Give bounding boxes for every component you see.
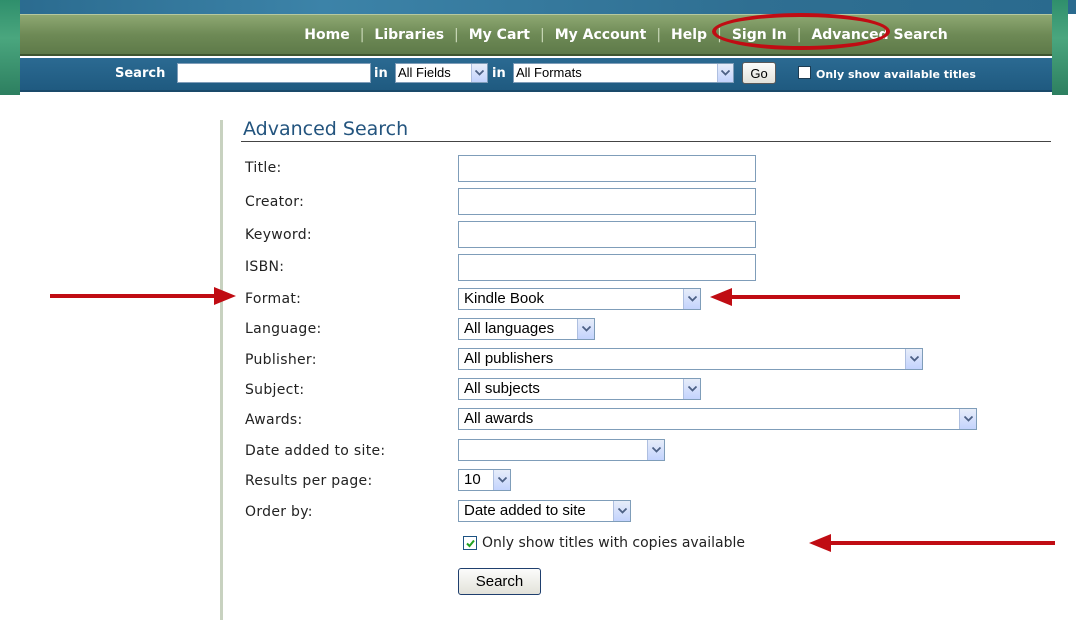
nav-separator: | (454, 26, 459, 43)
search-button[interactable]: Search (458, 568, 541, 595)
order-by-dropdown[interactable]: Date added to site (458, 500, 631, 522)
results-per-page-dropdown[interactable]: 10 (458, 469, 511, 491)
copies-available-label: Only show titles with copies available (482, 535, 746, 551)
order-by-label: Order by: (245, 504, 313, 520)
isbn-input[interactable] (458, 254, 756, 281)
results-per-page-label: Results per page: (245, 473, 373, 489)
order-by-value: Date added to site (464, 502, 586, 519)
chevron-down-icon[interactable] (717, 64, 733, 82)
format-dropdown[interactable]: Kindle Book (458, 288, 701, 310)
publisher-dropdown-value: All publishers (464, 350, 554, 367)
nav-sign-in[interactable]: Sign In (730, 27, 789, 43)
chevron-down-icon[interactable] (471, 64, 487, 82)
keyword-label: Keyword: (245, 227, 312, 243)
chevron-down-icon[interactable] (647, 440, 664, 460)
nav-separator: | (717, 26, 722, 43)
results-per-page-value: 10 (464, 471, 481, 488)
language-dropdown[interactable]: All languages (458, 318, 595, 340)
format-select-value: All Formats (516, 65, 582, 80)
chevron-down-icon[interactable] (683, 379, 700, 399)
chevron-down-icon[interactable] (905, 349, 922, 369)
format-label: Format: (245, 291, 302, 307)
available-checkbox-label: Only show available titles (816, 68, 976, 81)
subject-dropdown-value: All subjects (464, 380, 540, 397)
language-label: Language: (245, 321, 322, 337)
isbn-label: ISBN: (245, 259, 285, 275)
title-label: Title: (245, 160, 282, 176)
awards-dropdown-value: All awards (464, 410, 534, 427)
creator-label: Creator: (245, 194, 305, 210)
awards-dropdown[interactable]: All awards (458, 408, 977, 430)
nav-separator: | (796, 26, 802, 43)
site-header: Home | Libraries | My Cart | My Account … (0, 0, 1076, 95)
field-select-value: All Fields (398, 65, 451, 80)
quick-search-input[interactable] (177, 63, 371, 83)
chevron-down-icon[interactable] (959, 409, 976, 429)
subject-dropdown[interactable]: All subjects (458, 378, 701, 400)
field-select[interactable]: All Fields (395, 63, 488, 83)
subject-label: Subject: (245, 382, 305, 398)
nav-links: Home | Libraries | My Cart | My Account … (302, 27, 949, 43)
date-added-label: Date added to site: (245, 443, 386, 459)
page-title: Advanced Search (243, 118, 409, 140)
in-label: in (374, 66, 388, 81)
go-button[interactable]: Go (742, 62, 776, 84)
nav-my-account[interactable]: My Account (553, 27, 649, 43)
chevron-down-icon[interactable] (683, 289, 700, 309)
publisher-dropdown[interactable]: All publishers (458, 348, 923, 370)
date-added-dropdown[interactable] (458, 439, 665, 461)
title-input[interactable] (458, 155, 756, 182)
creator-input[interactable] (458, 188, 756, 215)
content-divider (220, 120, 223, 620)
quick-search-bar: Search in All Fields in All Formats Go O… (20, 58, 1052, 92)
format-dropdown-value: Kindle Book (464, 290, 545, 307)
nav-libraries[interactable]: Libraries (372, 27, 446, 43)
nav-separator: | (359, 26, 365, 43)
header-right-decoration (1052, 0, 1068, 95)
nav-separator: | (540, 26, 545, 43)
nav-advanced-search[interactable]: Advanced Search (809, 27, 949, 43)
annotation-arrow-left (809, 534, 1055, 552)
chevron-down-icon[interactable] (493, 470, 510, 490)
awards-label: Awards: (245, 412, 303, 428)
keyword-input[interactable] (458, 221, 756, 248)
in-label: in (492, 66, 506, 81)
checkmark-icon (465, 539, 475, 547)
format-select[interactable]: All Formats (513, 63, 734, 83)
language-dropdown-value: All languages (464, 320, 555, 337)
main-nav: Home | Libraries | My Cart | My Account … (20, 14, 1052, 56)
header-left-decoration (0, 0, 20, 95)
annotation-arrow-left (710, 288, 960, 306)
chevron-down-icon[interactable] (577, 319, 594, 339)
annotation-arrow-right (50, 287, 236, 305)
nav-home[interactable]: Home (302, 27, 351, 43)
quick-search-label: Search (115, 66, 166, 81)
copies-available-checkbox[interactable] (463, 536, 477, 550)
chevron-down-icon[interactable] (613, 501, 630, 521)
nav-separator: | (656, 26, 662, 43)
available-checkbox[interactable] (798, 66, 811, 79)
nav-help[interactable]: Help (669, 27, 709, 43)
title-divider (241, 141, 1051, 142)
nav-my-cart[interactable]: My Cart (467, 27, 532, 43)
publisher-label: Publisher: (245, 352, 317, 368)
